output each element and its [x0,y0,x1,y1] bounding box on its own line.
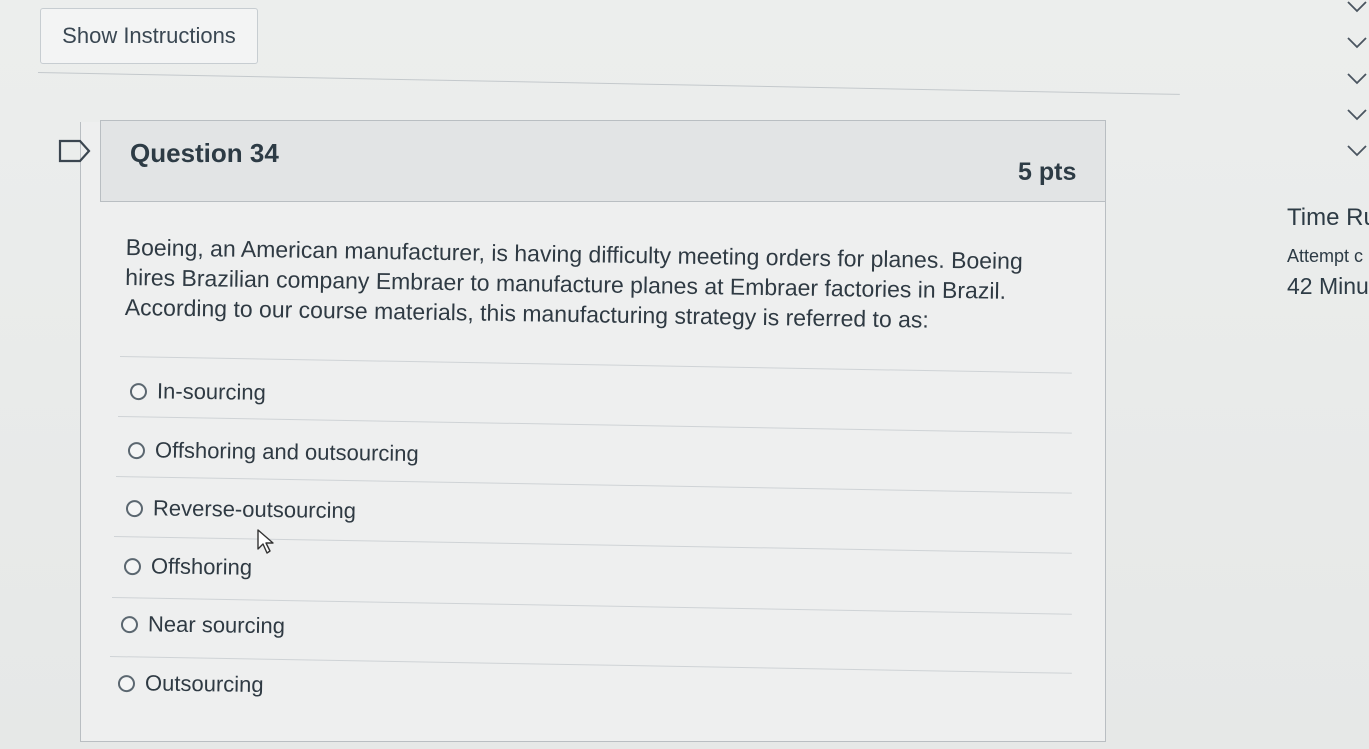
radio-button[interactable] [125,499,144,517]
answer-option-near-sourcing[interactable]: Near sourcing [120,611,286,639]
answer-label: Near sourcing [147,611,286,639]
question-title: Question 34 [130,138,279,168]
check-icon[interactable] [1346,0,1368,14]
answer-option-in-sourcing[interactable]: In-sourcing [129,378,267,406]
question-card [80,122,1106,742]
show-instructions-button[interactable]: Show Instructions [40,8,258,64]
answer-label: Reverse-outsourcing [152,495,357,524]
minutes-remaining-label: 42 Minu [1287,273,1369,299]
question-nav-checks [1346,0,1369,170]
check-icon[interactable] [1346,108,1368,122]
answer-option-offshoring-and-outsourcing[interactable]: Offshoring and outsourcing [127,437,419,467]
flag-icon[interactable] [58,138,92,164]
check-icon[interactable] [1346,144,1368,158]
answer-label: Outsourcing [144,670,264,698]
question-text: Boeing, an American manufacturer, is hav… [124,233,1023,333]
mouse-pointer-icon [257,529,274,554]
radio-button[interactable] [129,382,148,400]
answer-option-outsourcing[interactable]: Outsourcing [117,670,264,698]
radio-button[interactable] [127,441,146,459]
check-icon[interactable] [1346,72,1368,86]
answer-label: Offshoring and outsourcing [154,437,419,467]
check-icon[interactable] [1346,36,1368,50]
time-running-label: Time Ru [1287,204,1369,231]
attempt-due-label: Attempt c [1287,246,1364,266]
answer-option-reverse-outsourcing[interactable]: Reverse-outsourcing [125,495,357,524]
radio-button[interactable] [117,674,136,692]
answer-option-offshoring[interactable]: Offshoring [123,553,253,581]
radio-button[interactable] [120,615,139,633]
answer-label: Offshoring [150,553,253,580]
question-points: 5 pts [1018,158,1077,186]
answer-label: In-sourcing [156,378,267,405]
radio-button[interactable] [123,557,142,575]
top-divider [37,72,1180,95]
